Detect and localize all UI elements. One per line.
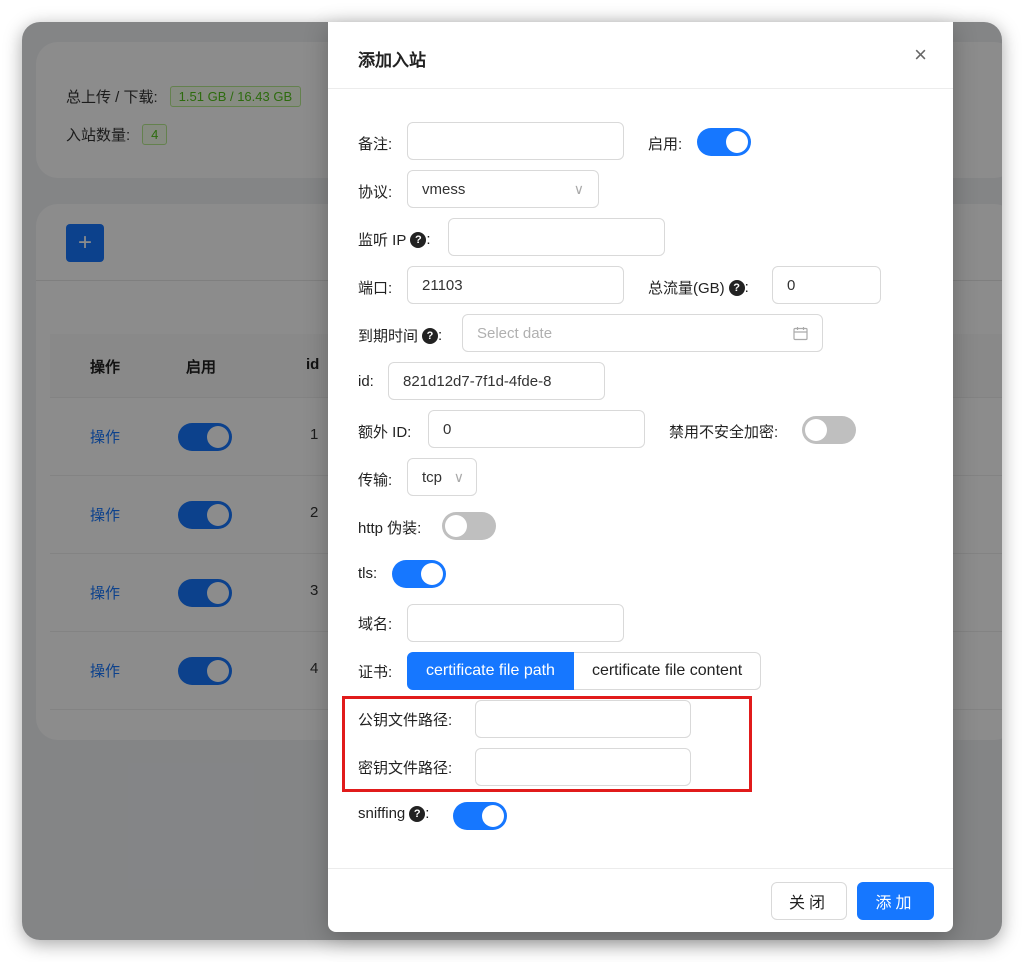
question-icon[interactable]: ? <box>410 231 427 248</box>
close-button[interactable]: 关闭 <box>771 882 847 920</box>
http-disguise-switch[interactable] <box>442 512 496 540</box>
tls-label: tls: <box>358 565 378 582</box>
listen-ip-input[interactable] <box>448 218 665 256</box>
listen-ip-label: 监听 IP ?: <box>358 229 431 250</box>
add-inbound-modal: 添加入站 × 备注: 启用: 协议: vmess ∨ 监听 IP ?: 端口: … <box>328 22 953 932</box>
id-input[interactable]: 821d12d7-7f1d-4fde-8 <box>388 362 605 400</box>
id-label: id: <box>358 373 374 390</box>
sniffing-switch[interactable] <box>453 802 507 830</box>
remark-input[interactable] <box>407 122 624 160</box>
add-button[interactable]: 添加 <box>857 882 934 920</box>
expiry-label: 到期时间 ?: <box>358 325 442 346</box>
cert-segmented-control: certificate file path certificate file c… <box>407 652 762 690</box>
private-key-path-input[interactable] <box>475 748 691 786</box>
cert-label: 证书: <box>358 664 393 681</box>
alter-id-label: 额外 ID: <box>358 424 412 441</box>
port-label: 端口: <box>358 280 393 297</box>
disable-insecure-label: 禁用不安全加密: <box>669 424 779 441</box>
remark-label: 备注: <box>358 136 393 153</box>
colon: : <box>426 231 431 248</box>
close-icon[interactable]: × <box>914 44 927 66</box>
colon: : <box>744 279 749 296</box>
private-key-path-label: 密钥文件路径: <box>358 760 453 777</box>
switch-knob <box>726 131 748 153</box>
enable-label: 启用: <box>648 136 683 153</box>
header-divider <box>328 88 953 89</box>
total-traffic-input[interactable]: 0 <box>772 266 881 304</box>
enable-switch[interactable] <box>697 128 751 156</box>
switch-knob <box>445 515 467 537</box>
total-traffic-label: 总流量(GB) ?: <box>648 277 749 298</box>
domain-input[interactable] <box>407 604 624 642</box>
colon: : <box>425 805 430 822</box>
switch-knob <box>805 419 827 441</box>
port-input[interactable]: 21103 <box>407 266 624 304</box>
disable-insecure-switch[interactable] <box>802 416 856 444</box>
switch-knob <box>482 805 504 827</box>
modal-title: 添加入站 <box>358 51 426 70</box>
question-icon[interactable]: ? <box>409 805 426 822</box>
protocol-value: vmess <box>422 180 466 198</box>
expiry-date-picker[interactable]: Select date <box>462 314 823 352</box>
chevron-down-icon: ∨ <box>573 180 584 197</box>
calendar-icon <box>793 327 808 341</box>
listen-ip-label-text: 监听 IP <box>358 232 407 249</box>
sniffing-label: sniffing ?: <box>358 805 429 822</box>
footer-divider <box>328 868 953 869</box>
expiry-label-text: 到期时间 <box>358 328 419 345</box>
transport-label: 传输: <box>358 472 393 489</box>
chevron-down-icon: ∨ <box>453 468 464 485</box>
cert-file-content-option[interactable]: certificate file content <box>573 652 762 690</box>
expiry-placeholder: Select date <box>477 324 553 342</box>
public-key-path-input[interactable] <box>475 700 691 738</box>
alter-id-input[interactable]: 0 <box>428 410 645 448</box>
public-key-path-label: 公钥文件路径: <box>358 712 453 729</box>
switch-knob <box>421 563 443 585</box>
http-disguise-label: http 伪装: <box>358 520 422 537</box>
colon: : <box>438 327 443 344</box>
transport-value: tcp <box>422 468 443 486</box>
cert-file-path-option[interactable]: certificate file path <box>407 652 574 690</box>
question-icon[interactable]: ? <box>422 327 439 344</box>
tls-switch[interactable] <box>392 560 446 588</box>
total-traffic-label-text: 总流量(GB) <box>648 280 725 297</box>
transport-select[interactable]: tcp ∨ <box>407 458 477 496</box>
question-icon[interactable]: ? <box>728 279 745 296</box>
protocol-select[interactable]: vmess ∨ <box>407 170 599 208</box>
protocol-label: 协议: <box>358 184 393 201</box>
domain-label: 域名: <box>358 616 393 633</box>
sniffing-label-text: sniffing <box>358 805 406 822</box>
